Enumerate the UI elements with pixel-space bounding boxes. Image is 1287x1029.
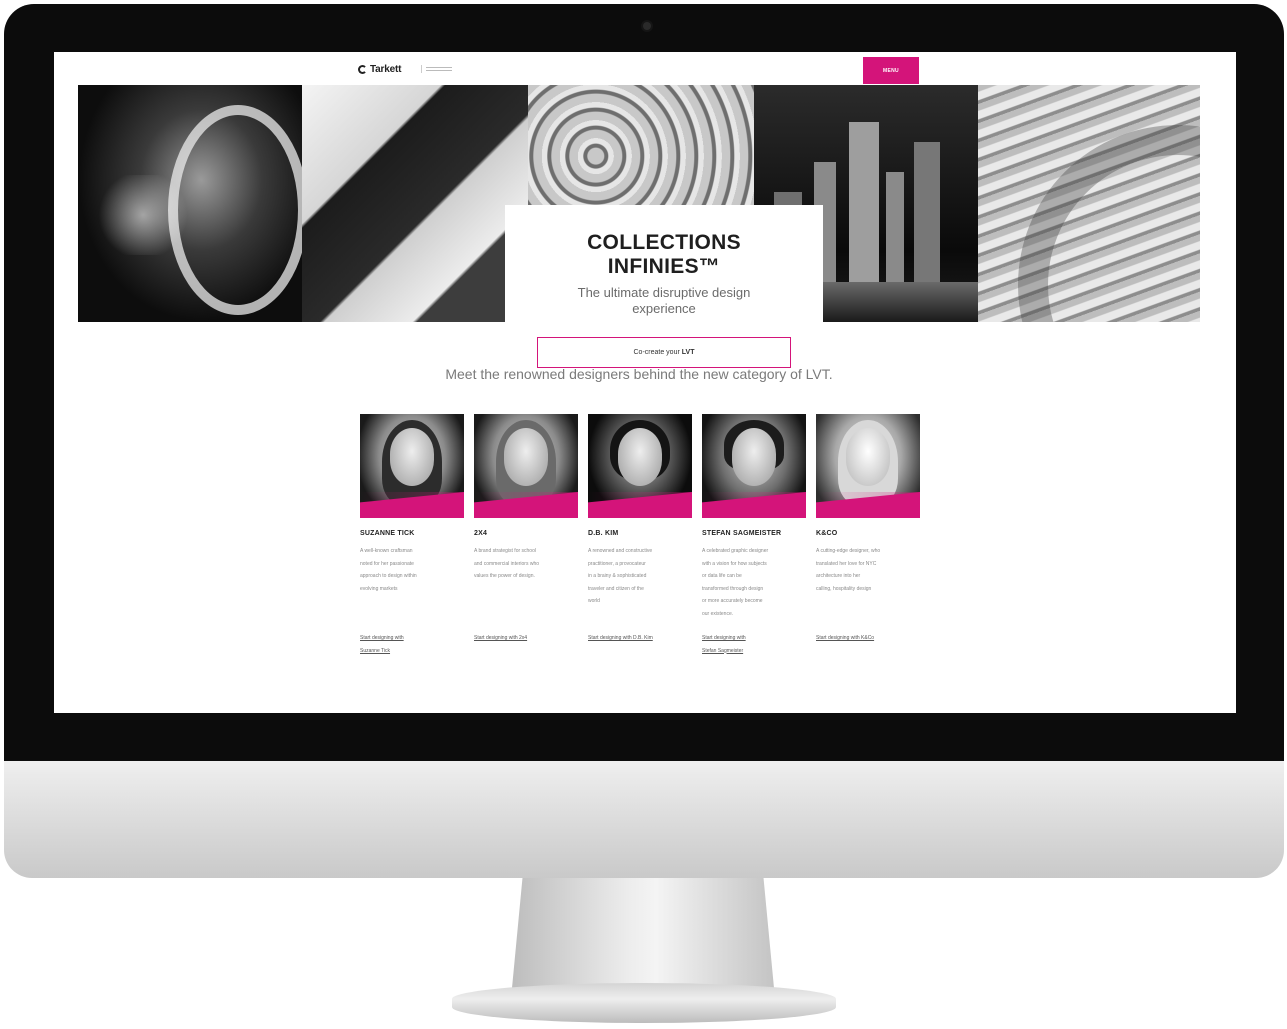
site-header: Tarkett MENU (54, 52, 1236, 85)
hero-image-water-splash (78, 85, 302, 322)
hero-image-geometric (302, 85, 528, 322)
camera-icon (643, 22, 651, 30)
browser-viewport: Tarkett MENU COLLECTIONS INFINIES™ The u… (54, 52, 1236, 713)
designer-card: D.B. KIM A renowned and constructive prac… (588, 414, 692, 641)
designer-name: STEFAN SAGMEISTER (702, 530, 782, 537)
designer-name: K&CO (816, 530, 838, 537)
designer-description: A well-known craftsman noted for her pass… (360, 548, 417, 592)
designer-photo (360, 414, 464, 518)
monitor-chin (4, 761, 1284, 878)
designer-card: SUZANNE TICK A well-known craftsman noted… (360, 414, 464, 654)
designer-name: 2X4 (474, 530, 488, 537)
hero-card: COLLECTIONS INFINIES™ The ultimate disru… (505, 205, 823, 368)
designer-description: A celebrated graphic designer with a visi… (702, 548, 769, 617)
designer-photo (816, 414, 920, 518)
designer-link[interactable]: Start designing with D.B. Kim (588, 632, 680, 645)
hero-subtitle: The ultimate disruptive design experienc… (577, 285, 751, 316)
designer-card: K&CO A cutting-edge designer, who transla… (816, 414, 920, 641)
designer-link[interactable]: Start designing with Stefan Sagmeister (702, 632, 794, 657)
brand-name: Tarkett (370, 64, 402, 75)
hero-image-tunnel (978, 85, 1200, 322)
designer-name: D.B. KIM (588, 530, 619, 537)
monitor-stand-base (452, 983, 836, 1023)
designers-intro: Meet the renowned designers behind the n… (445, 366, 833, 382)
logo-tagline (421, 65, 452, 73)
designer-link[interactable]: Start designing with 2x4 (474, 632, 566, 645)
hero-title: COLLECTIONS INFINIES™ (587, 231, 741, 278)
designer-link[interactable]: Start designing with K&Co (816, 632, 908, 645)
designer-photo (588, 414, 692, 518)
designer-description: A brand strategist for school and commerc… (474, 548, 540, 579)
co-create-button[interactable]: Co-create your LVT (537, 337, 791, 368)
designer-card: 2X4 A brand strategist for school and com… (474, 414, 578, 641)
designer-link[interactable]: Start designing with Suzanne Tick (360, 632, 452, 657)
hero-banner: COLLECTIONS INFINIES™ The ultimate disru… (78, 85, 1200, 368)
designer-card: STEFAN SAGMEISTER A celebrated graphic d… (702, 414, 806, 654)
designer-name: SUZANNE TICK (360, 530, 415, 537)
designer-description: A cutting-edge designer, who translated h… (816, 548, 881, 592)
designer-photo (702, 414, 806, 518)
tarkett-logo-icon (358, 65, 367, 74)
designer-description: A renowned and constructive practitioner,… (588, 548, 653, 604)
monitor-stand (512, 878, 774, 988)
menu-button[interactable]: MENU (863, 57, 919, 84)
tarkett-logo[interactable]: Tarkett (358, 64, 401, 75)
designer-photo (474, 414, 578, 518)
